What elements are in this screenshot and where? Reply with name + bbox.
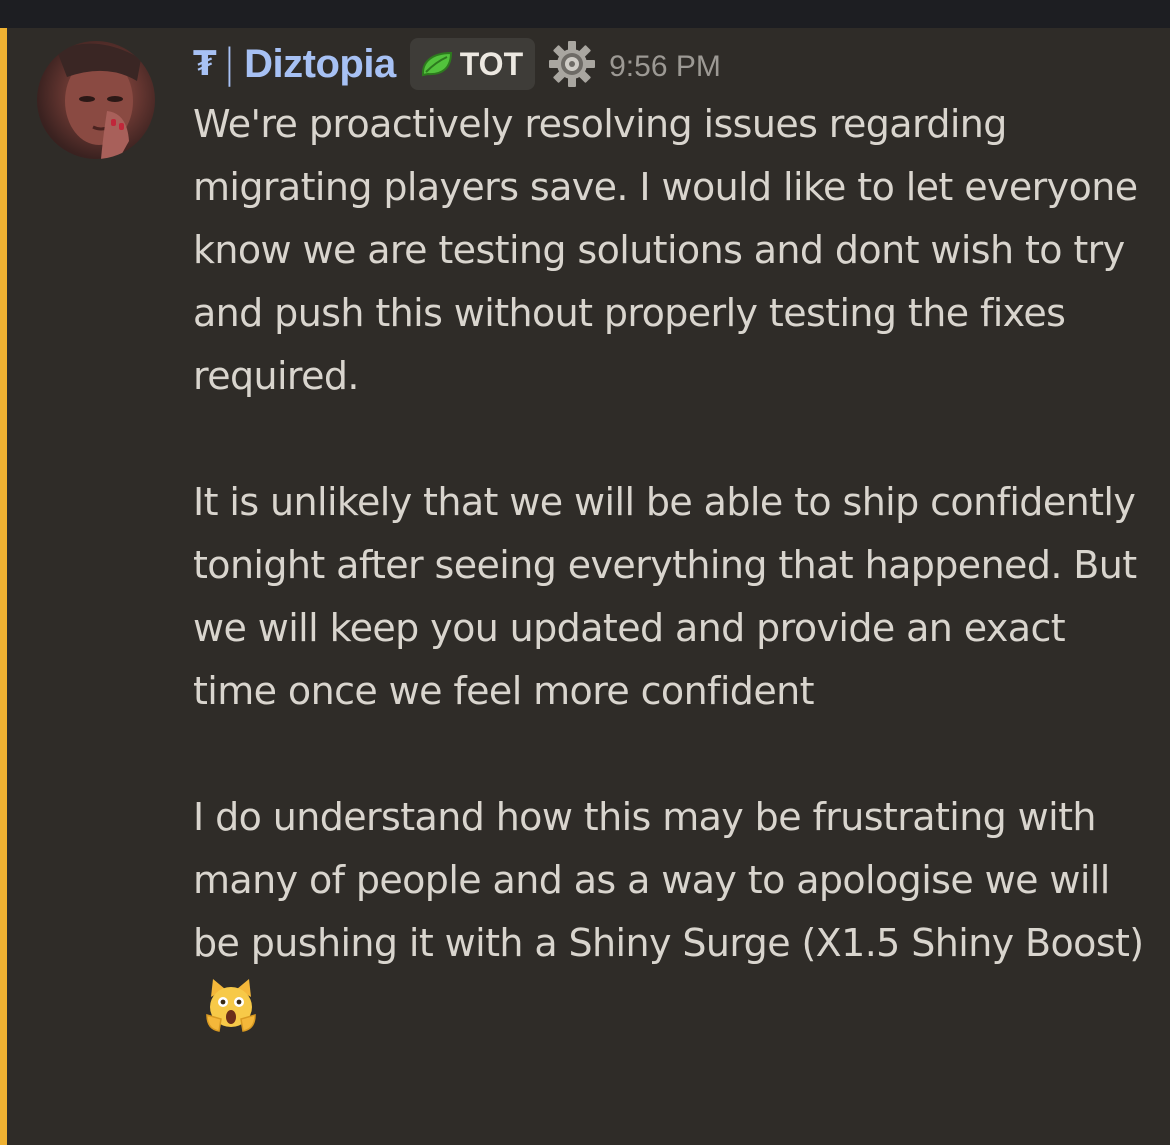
message-paragraph: We're proactively resolving issues regar… (193, 102, 1138, 398)
top-bar (0, 0, 1170, 28)
message-paragraph-text: I do understand how this may be frustrat… (193, 795, 1144, 965)
gear-icon (549, 41, 596, 87)
timestamp[interactable]: 9:56 PM (609, 52, 721, 82)
name-separator: | (222, 41, 237, 87)
message-paragraph: It is unlikely that we will be able to s… (193, 480, 1137, 713)
role-tag[interactable]: TOT (409, 38, 536, 90)
avatar[interactable] (37, 41, 155, 159)
message-paragraph: I do understand how this may be frustrat… (193, 786, 1153, 1040)
leaf-icon (421, 51, 452, 77)
scream-cat-emoji[interactable] (205, 975, 257, 1033)
username[interactable]: Diztopia (244, 44, 396, 84)
role-tag-label: TOT (459, 46, 524, 82)
guild-tag[interactable]: ₮ (193, 47, 217, 81)
message-item[interactable]: ₮ | Diztopia TOT 9:56 PM We're proactive… (0, 28, 1170, 1145)
mention-highlight-bar (0, 28, 7, 1145)
message-content: We're proactively resolving issues regar… (193, 93, 1153, 1040)
message-header: ₮ | Diztopia TOT 9:56 PM (193, 36, 721, 92)
